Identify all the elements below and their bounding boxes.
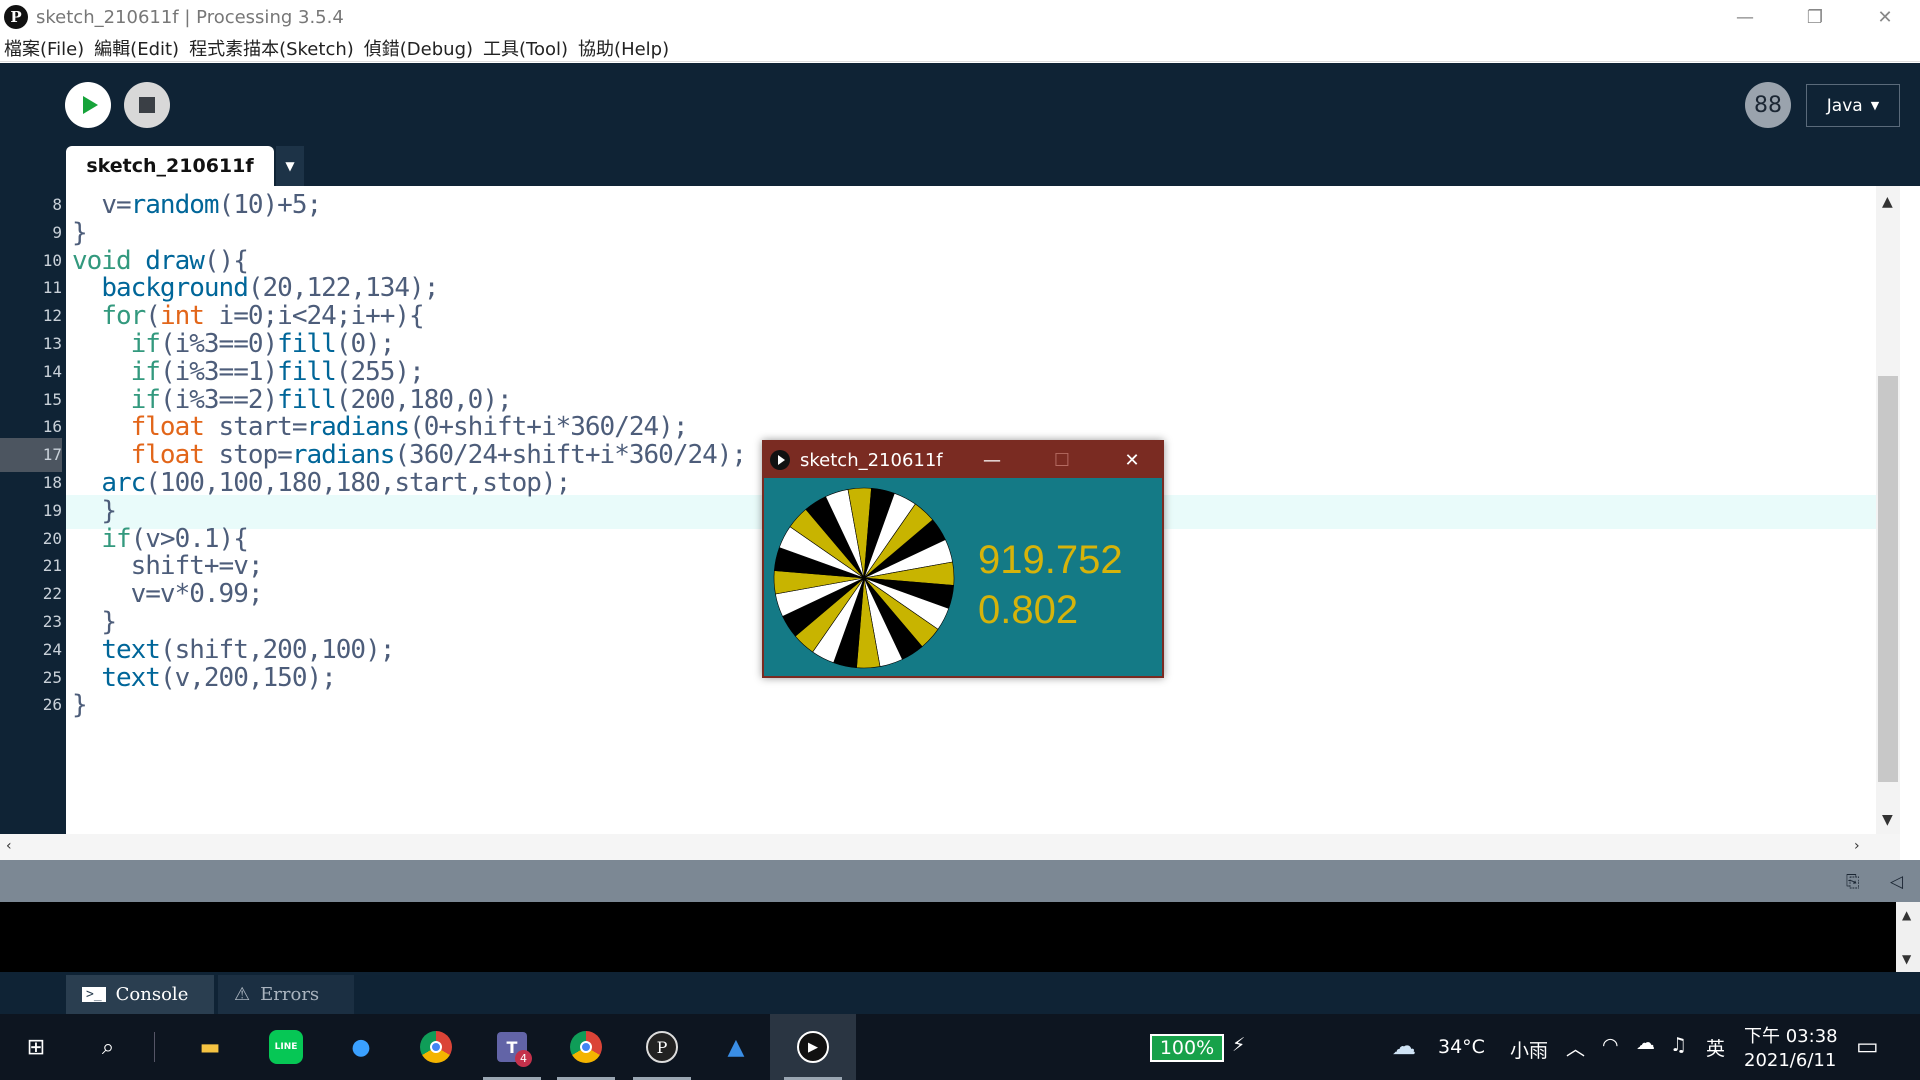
sketch-play-icon bbox=[770, 450, 790, 470]
stop-icon bbox=[139, 97, 155, 113]
horizontal-scrollbar[interactable]: ‹ › bbox=[0, 834, 1900, 860]
file-explorer-icon[interactable]: ▬ bbox=[190, 1027, 230, 1067]
console-scroll-down-icon[interactable]: ▼ bbox=[1902, 952, 1911, 966]
menu-bar: 檔案(File) 編輯(Edit) 程式素描本(Sketch) 偵錯(Debug… bbox=[0, 34, 1920, 62]
v-value-text: 0.802 bbox=[978, 588, 1079, 632]
scroll-up-icon[interactable]: ▲ bbox=[1882, 194, 1893, 210]
taskbar: ⊞ ⌕ ▬ LINE ● T 4 P ▲ ▶ 100% ⚡ ☁ 34°C 小雨 … bbox=[0, 1014, 1920, 1080]
code-token: (10)+5; bbox=[218, 190, 323, 220]
terminal-icon: >_ bbox=[82, 987, 106, 1002]
mode-selector[interactable]: Java ▼ bbox=[1806, 84, 1900, 127]
sketch-title: sketch_210611f bbox=[800, 449, 943, 471]
play-icon bbox=[82, 96, 98, 114]
volume-icon[interactable]: ♫ bbox=[1670, 1034, 1687, 1056]
code-token: (100,100,180,180,start,stop); bbox=[145, 468, 571, 498]
code-line[interactable]: text(v,200,150); bbox=[72, 661, 336, 695]
lightbulb-app-icon[interactable]: ● bbox=[341, 1027, 381, 1067]
code-line[interactable]: } bbox=[72, 688, 88, 722]
cloud-rain-icon: ☁ bbox=[1392, 1032, 1416, 1060]
code-token: } bbox=[72, 690, 88, 721]
windows-start-icon[interactable]: ⊞ bbox=[16, 1027, 56, 1067]
plug-icon: ⚡ bbox=[1232, 1034, 1246, 1056]
tab-menu-button[interactable]: ▼ bbox=[276, 146, 304, 186]
console-scrollbar[interactable]: ▲ ▼ bbox=[1896, 902, 1920, 972]
window-controls: — ❐ ✕ bbox=[1710, 0, 1920, 34]
code-line[interactable]: arc(100,100,180,180,start,stop); bbox=[72, 466, 571, 500]
line-number-gutter: 8 9 10 11 12 13 14 15 16 17 18 19 20 21 22 23 24 25 26 bbox=[0, 186, 66, 834]
wifi-icon[interactable]: ◠ bbox=[1602, 1034, 1619, 1056]
clock-time[interactable]: 下午 03:38 bbox=[1744, 1022, 1838, 1048]
console-scroll-up-icon[interactable]: ▲ bbox=[1902, 908, 1911, 922]
warning-icon: ⚠ bbox=[234, 984, 251, 1005]
weather-temp[interactable]: 34°C bbox=[1438, 1036, 1485, 1058]
console-tab-bar: >_ Console ⚠ Errors bbox=[0, 972, 1920, 1014]
chrome-icon[interactable] bbox=[416, 1027, 456, 1067]
sketch-maximize-button[interactable]: ☐ bbox=[1032, 442, 1092, 478]
spinning-wheel bbox=[773, 487, 955, 669]
teams-badge: 4 bbox=[515, 1050, 532, 1067]
sketch-minimize-button[interactable]: — bbox=[962, 442, 1022, 478]
code-token: random bbox=[130, 190, 220, 220]
ime-indicator[interactable]: 英 bbox=[1706, 1034, 1725, 1061]
shift-value-text: 919.752 bbox=[978, 538, 1123, 582]
menu-help[interactable]: 協助(Help) bbox=[578, 35, 669, 61]
run-button[interactable] bbox=[65, 82, 111, 128]
processing-app-icon[interactable]: P bbox=[642, 1027, 682, 1067]
menu-sketch[interactable]: 程式素描本(Sketch) bbox=[189, 35, 354, 61]
code-line[interactable]: v=random(10)+5; bbox=[72, 188, 323, 222]
tab-errors[interactable]: ⚠ Errors bbox=[218, 975, 354, 1014]
collapse-icon[interactable]: ◁ bbox=[1890, 872, 1903, 892]
battery-indicator[interactable]: 100% bbox=[1150, 1034, 1224, 1062]
tab-console-label: Console bbox=[115, 984, 189, 1005]
tab-errors-label: Errors bbox=[260, 984, 320, 1005]
sketch-close-button[interactable]: ✕ bbox=[1102, 442, 1162, 478]
search-icon[interactable]: ⌕ bbox=[88, 1027, 128, 1067]
mode-label: Java bbox=[1826, 95, 1863, 116]
chrome-icon-2[interactable] bbox=[566, 1027, 606, 1067]
onedrive-icon[interactable]: ☁ bbox=[1636, 1032, 1655, 1054]
tab-console[interactable]: >_ Console bbox=[66, 975, 214, 1014]
scroll-left-icon[interactable]: ‹ bbox=[6, 838, 12, 854]
code-token: (v,200,150); bbox=[159, 662, 337, 693]
taskbar-divider bbox=[154, 1032, 155, 1062]
window-title: sketch_210611f | Processing 3.5.4 bbox=[36, 6, 344, 28]
teams-icon[interactable]: T 4 bbox=[492, 1027, 532, 1067]
restore-button[interactable]: ❐ bbox=[1780, 0, 1850, 34]
chevron-up-icon[interactable]: ︿ bbox=[1566, 1034, 1585, 1061]
vertical-scrollbar-thumb[interactable] bbox=[1878, 376, 1898, 782]
message-bar: ⎘ ◁ bbox=[0, 860, 1920, 902]
console-output[interactable] bbox=[0, 902, 1896, 972]
line-app-icon[interactable]: LINE bbox=[266, 1027, 306, 1067]
code-token: v= bbox=[101, 190, 131, 220]
menu-file[interactable]: 檔案(File) bbox=[4, 35, 84, 61]
line-number: 26 bbox=[42, 695, 62, 715]
chevron-down-icon: ▼ bbox=[1870, 99, 1880, 112]
scroll-down-icon[interactable]: ▼ bbox=[1882, 812, 1893, 828]
sketch-title-bar: sketch_210611f — ☐ ✕ bbox=[764, 442, 1162, 478]
sketch-taskbar-button[interactable]: ▶ bbox=[770, 1014, 856, 1080]
copy-console-icon[interactable]: ⎘ bbox=[1846, 872, 1860, 892]
code-token: text bbox=[101, 662, 161, 693]
photos-icon[interactable]: ▲ bbox=[716, 1027, 756, 1067]
code-token: v=v*0.99; bbox=[130, 579, 264, 610]
clock-date[interactable]: 2021/6/11 bbox=[1744, 1050, 1836, 1071]
menu-debug[interactable]: 偵錯(Debug) bbox=[364, 35, 473, 61]
weather-desc[interactable]: 小雨 bbox=[1510, 1036, 1548, 1063]
sketch-output-window: sketch_210611f — ☐ ✕ 919.752 0.802 bbox=[762, 440, 1164, 678]
menu-edit[interactable]: 編輯(Edit) bbox=[94, 35, 179, 61]
scroll-right-icon[interactable]: › bbox=[1854, 838, 1860, 854]
notification-icon[interactable]: ▭ bbox=[1856, 1032, 1879, 1060]
minimize-button[interactable]: — bbox=[1710, 0, 1780, 34]
tab-sketch[interactable]: sketch_210611f bbox=[66, 146, 274, 186]
stop-button[interactable] bbox=[124, 82, 170, 128]
menu-tool[interactable]: 工具(Tool) bbox=[483, 35, 568, 61]
title-bar: P sketch_210611f | Processing 3.5.4 — ❐ … bbox=[0, 0, 1920, 34]
tab-bar: sketch_210611f ▼ bbox=[0, 146, 1920, 186]
processing-logo-icon: P bbox=[4, 5, 28, 29]
debugger-icon[interactable]: 88 bbox=[1745, 82, 1791, 128]
toolbar: 88 Java ▼ bbox=[0, 63, 1920, 146]
close-button[interactable]: ✕ bbox=[1850, 0, 1920, 34]
